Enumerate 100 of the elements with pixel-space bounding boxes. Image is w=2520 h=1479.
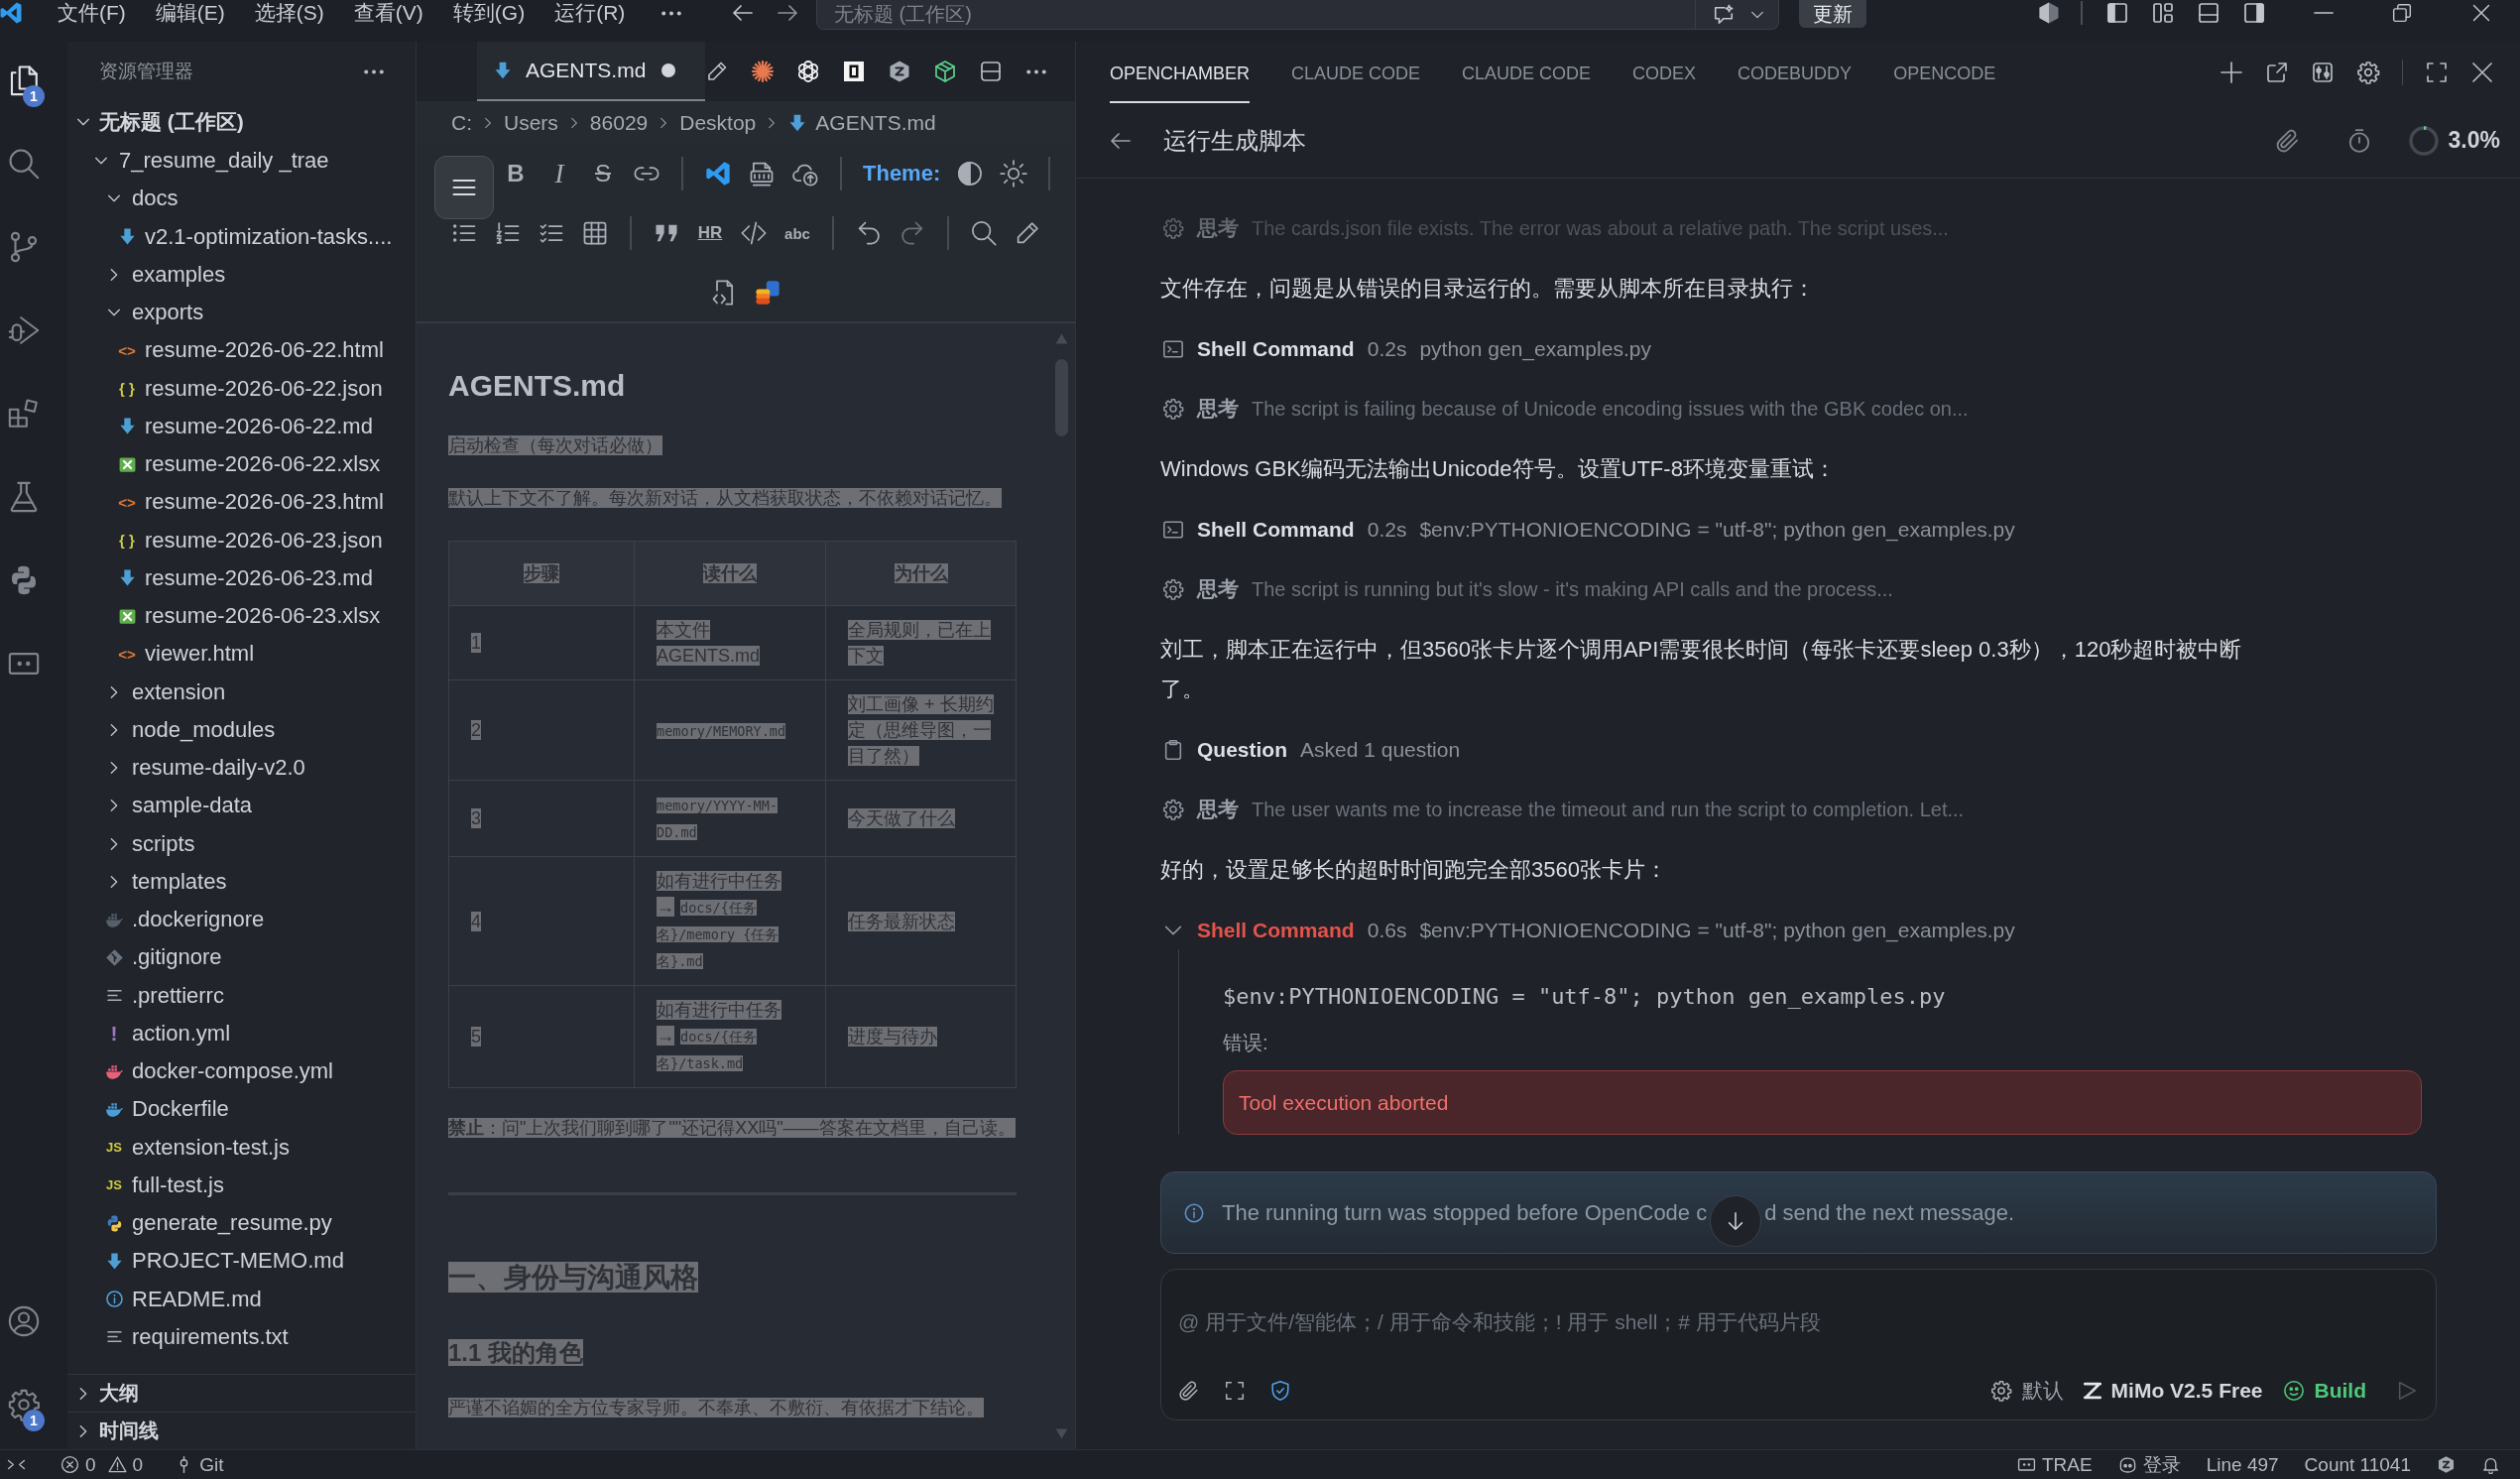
more-icon[interactable] [1026, 68, 1047, 74]
message-composer[interactable]: @ 用于文件/智能体；/ 用于命令和技能；! 用于 shell；# 用于代码片段 默认 MiMo V2.5 Free Build [1160, 1269, 2437, 1420]
menu-item[interactable]: 文件(F) [43, 0, 141, 26]
modified-dot-icon[interactable] [661, 63, 676, 77]
layout-grid-icon[interactable] [2151, 1, 2175, 25]
more-icon[interactable] [661, 10, 682, 16]
search-icon[interactable] [7, 147, 41, 181]
tree-item[interactable]: .dockerignore [67, 901, 416, 939]
paperclip-icon[interactable] [2274, 127, 2301, 154]
panel-tab[interactable]: CLAUDE CODE [1462, 42, 1592, 103]
hexagon-logo-icon[interactable] [2437, 1455, 2456, 1474]
search-icon[interactable] [970, 219, 998, 247]
panel-bottom-icon[interactable] [2197, 1, 2220, 25]
code-icon[interactable] [740, 219, 768, 247]
workspace-header[interactable]: 无标题 (工作区) [67, 101, 416, 142]
tree-item[interactable]: PROJECT-MEMO.md [67, 1242, 416, 1281]
tree-item[interactable]: <> resume-2026-06-23.html [67, 483, 416, 522]
tree-item[interactable]: v2.1-optimization-tasks.... [67, 217, 416, 256]
expand-icon[interactable] [1224, 1380, 1246, 1402]
knot-logo-icon[interactable] [796, 60, 821, 83]
sun-icon[interactable] [1000, 160, 1028, 187]
tree-item[interactable]: extension [67, 673, 416, 711]
cube-icon[interactable] [933, 60, 958, 83]
shield-check-icon[interactable] [1269, 1380, 1291, 1402]
tree-item[interactable]: resume-daily-v2.0 [67, 749, 416, 788]
document-icon[interactable] [748, 160, 776, 187]
panel-tab[interactable]: CLAUDE CODE [1291, 42, 1421, 103]
model-selector[interactable]: MiMo V2.5 Free [2083, 1379, 2263, 1403]
tree-item[interactable]: { } resume-2026-06-23.json [67, 521, 416, 559]
menu-item[interactable]: 选择(S) [239, 0, 339, 26]
breadcrumb-item[interactable]: Desktop [679, 110, 757, 135]
tree-item[interactable]: node_modules [67, 710, 416, 749]
tree-item[interactable]: { } resume-2026-06-22.json [67, 369, 416, 408]
terminal-icon[interactable] [1162, 338, 1184, 360]
tree-item[interactable]: requirements.txt [67, 1317, 416, 1356]
tree-item[interactable]: <> viewer.html [67, 635, 416, 674]
strikethrough-tool[interactable]: S [589, 160, 617, 187]
message-input[interactable]: @ 用于文件/智能体；/ 用于命令和技能；! 用于 shell；# 用于代码片段 [1178, 1302, 2418, 1342]
word-count-status[interactable]: Count 11041 [2304, 1453, 2411, 1476]
menu-item[interactable]: 查看(V) [338, 0, 438, 26]
menu-item[interactable]: 转到(G) [437, 0, 540, 26]
tree-item[interactable]: resume-2026-06-23.md [67, 558, 416, 597]
italic-tool[interactable]: I [545, 158, 573, 189]
mode-selector[interactable]: Build [2282, 1379, 2366, 1403]
panel-tab[interactable]: OPENCHAMBER [1110, 42, 1251, 103]
tree-item[interactable]: docker-compose.yml [67, 1052, 416, 1091]
tree-item[interactable]: templates [67, 862, 416, 901]
agent-selector[interactable]: 默认 [1989, 1377, 2064, 1405]
tree-item[interactable]: exports [67, 294, 416, 332]
starburst-icon[interactable] [751, 60, 776, 83]
menu-button[interactable] [434, 156, 494, 219]
breadcrumb-item[interactable]: C: [451, 110, 472, 135]
tree-item[interactable]: README.md [67, 1280, 416, 1318]
spellcheck-tool[interactable]: abc [783, 224, 811, 242]
paperclip-icon[interactable] [1178, 1380, 1200, 1402]
tree-item[interactable]: resume-2026-06-22.md [67, 407, 416, 445]
tree-item[interactable]: sample-data [67, 787, 416, 825]
tree-item[interactable]: <> resume-2026-06-22.html [67, 331, 416, 370]
tree-item[interactable]: JS extension-test.js [67, 1128, 416, 1167]
contrast-icon[interactable] [956, 160, 985, 187]
section-header[interactable]: 大纲 [67, 1374, 416, 1412]
problems-status[interactable]: 0 0 [60, 1453, 150, 1476]
restore-icon[interactable] [2392, 3, 2412, 23]
breadcrumb-item[interactable]: AGENTS.md [787, 110, 936, 135]
bell-icon[interactable] [2481, 1455, 2500, 1474]
close-icon[interactable] [2471, 3, 2491, 23]
scrollbar-thumb[interactable] [1054, 359, 1068, 436]
tree-item[interactable]: JS full-test.js [67, 1166, 416, 1204]
more-icon[interactable] [364, 68, 384, 74]
square-logo-icon[interactable] [842, 60, 867, 83]
sidebar-left-icon[interactable] [2105, 1, 2129, 25]
hexagon-logo-icon[interactable] [2037, 1, 2061, 25]
update-button[interactable]: 更新 [1799, 0, 1866, 28]
fullscreen-icon[interactable] [2425, 61, 2449, 84]
command-center[interactable]: 无标题 (工作区) [816, 0, 1779, 30]
run-debug-icon[interactable] [7, 313, 41, 347]
table-icon[interactable] [581, 219, 609, 247]
tree-item[interactable]: 7_resume_daily _trae [67, 142, 416, 181]
chat-sparkle-icon[interactable] [1713, 3, 1735, 26]
numbered-list-icon[interactable] [494, 219, 522, 247]
tree-item[interactable]: generate_resume.py [67, 1204, 416, 1243]
breadcrumb-item[interactable]: 86029 [589, 110, 649, 135]
account-icon[interactable] [7, 1304, 41, 1338]
tree-item[interactable]: examples [67, 255, 416, 294]
sidebar-right-icon[interactable] [2242, 1, 2266, 25]
account-status[interactable]: 登录 [2117, 1451, 2181, 1478]
tree-item[interactable]: docs [67, 180, 416, 218]
editor-tab[interactable]: AGENTS.md [477, 42, 706, 101]
cursor-line-status[interactable]: Line 497 [2206, 1453, 2279, 1476]
panel-tab[interactable]: CODEX [1632, 42, 1697, 103]
panel-tab[interactable]: CODEBUDDY [1738, 42, 1853, 103]
app-logo-icon[interactable] [704, 160, 732, 187]
menu-item[interactable]: 运行(R) [540, 0, 641, 26]
trae-status[interactable]: TRAE [2017, 1453, 2093, 1476]
tree-item[interactable]: .gitignore [67, 938, 416, 977]
tree-item[interactable]: scripts [67, 824, 416, 863]
sliders-icon[interactable] [2311, 61, 2335, 84]
plus-icon[interactable] [2220, 61, 2243, 84]
bold-tool[interactable]: B [502, 160, 530, 187]
tree-item[interactable]: .prettierrc [67, 976, 416, 1015]
